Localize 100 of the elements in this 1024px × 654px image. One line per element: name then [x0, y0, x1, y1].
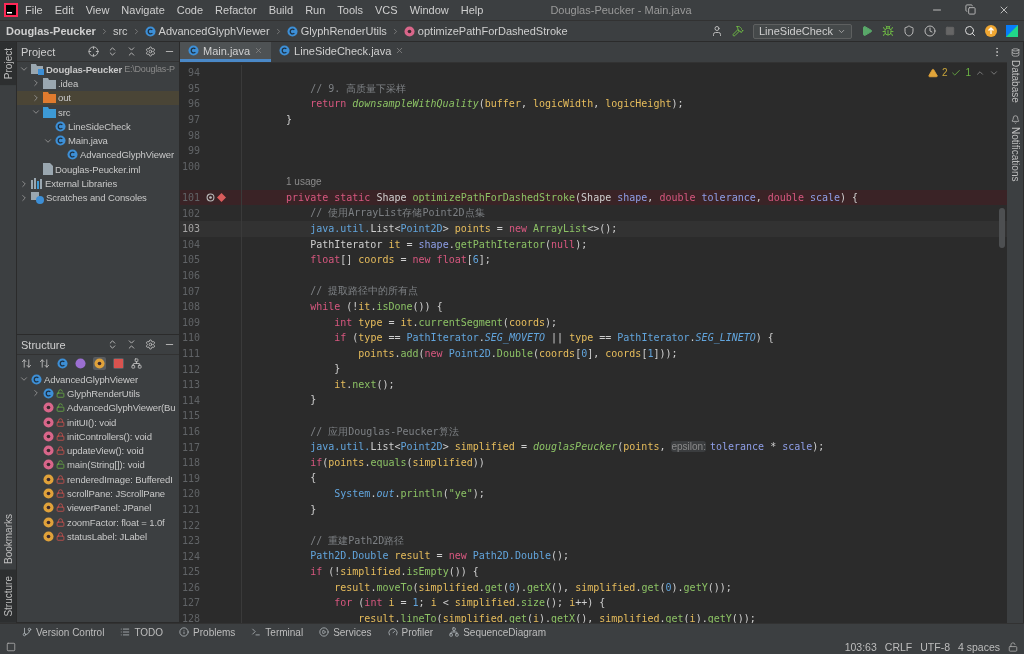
tool-window-tab[interactable]: Bookmarks — [0, 508, 16, 571]
profile-icon[interactable] — [924, 25, 936, 37]
at-sign-icon[interactable] — [206, 193, 215, 203]
structure-item[interactable]: main(String[]): void — [17, 457, 179, 473]
collapse-all-icon[interactable] — [126, 339, 137, 350]
tool-window-button[interactable]: Version Control — [22, 626, 105, 638]
menu-item[interactable]: Edit — [49, 2, 79, 18]
tree-item[interactable]: Main.java — [17, 133, 179, 148]
menu-item[interactable]: View — [80, 2, 115, 18]
tool-window-button[interactable]: SequenceDiagram — [449, 626, 546, 638]
breadcrumb[interactable]: GlyphRenderUtils — [286, 25, 387, 37]
layout-icon[interactable] — [6, 642, 16, 652]
scrollbar-thumb[interactable] — [999, 208, 1005, 248]
menu-item[interactable]: Build — [263, 2, 299, 18]
menu-item[interactable]: VCS — [370, 2, 403, 18]
tree-item[interactable]: Douglas-Peucker E:\Douglas-P — [17, 62, 179, 77]
line-number: 113 — [180, 379, 200, 391]
menu-item[interactable]: Run — [300, 2, 331, 18]
chevron-right-icon[interactable] — [31, 388, 41, 399]
status-item[interactable]: 103:63 — [844, 641, 877, 653]
non-public-toggle[interactable] — [113, 358, 124, 369]
structure-item[interactable]: updateView(): void — [17, 443, 179, 458]
hammer-icon[interactable] — [732, 25, 744, 37]
expand-all-icon[interactable] — [107, 339, 118, 350]
shield-icon[interactable] — [903, 25, 915, 37]
close-icon[interactable] — [395, 46, 405, 55]
panel-title[interactable]: Project — [21, 45, 56, 58]
tool-window-tab[interactable]: Notifications — [1007, 108, 1023, 188]
unlocked-icon[interactable] — [1008, 642, 1018, 652]
chevron-right-icon[interactable] — [19, 178, 29, 189]
status-item[interactable]: CRLF — [884, 641, 913, 653]
plugin-logo-icon[interactable] — [1006, 25, 1018, 37]
tree-item[interactable]: src — [17, 104, 179, 120]
editor-tab[interactable]: Main.java — [180, 42, 272, 62]
locate-icon[interactable] — [88, 46, 99, 57]
menu-item[interactable]: Code — [171, 2, 209, 18]
property-icon[interactable] — [75, 358, 86, 369]
menu-item[interactable]: Refactor — [210, 2, 262, 18]
structure-item[interactable]: statusLabel: JLabel — [17, 529, 179, 544]
menu-item[interactable]: Help — [455, 2, 489, 18]
fields-toggle[interactable] — [93, 357, 106, 370]
structure-item[interactable]: initUI(): void — [17, 414, 179, 430]
chevron-right-icon[interactable] — [31, 92, 41, 103]
check-icon[interactable] — [951, 67, 962, 78]
expand-all-icon[interactable] — [107, 46, 118, 57]
tool-window-button[interactable]: Services — [319, 626, 372, 638]
menu-item[interactable]: Tools — [332, 2, 368, 18]
collapse-all-icon[interactable] — [126, 46, 137, 57]
breadcrumb[interactable]: Douglas-Peucker — [6, 25, 96, 37]
sort-icon[interactable] — [21, 358, 32, 369]
structure-item[interactable]: AdvancedGlyphViewer — [17, 372, 179, 387]
run-icon[interactable] — [861, 25, 873, 37]
status-item[interactable]: 4 spaces — [957, 641, 1000, 653]
structure-item[interactable]: viewerPanel: JPanel — [17, 500, 179, 515]
tree-item[interactable]: AdvancedGlyphViewer — [17, 147, 179, 163]
run-config-dropdown[interactable]: LineSideCheck — [753, 23, 852, 39]
structure-item[interactable]: scrollPane: JScrollPane — [17, 486, 179, 501]
breakpoint-icon[interactable] — [217, 193, 226, 203]
user-icon[interactable] — [711, 25, 723, 37]
structure-item[interactable]: zoomFactor: float = 1.0f — [17, 514, 179, 530]
update-icon[interactable] — [985, 25, 997, 37]
stop-icon[interactable] — [945, 26, 955, 36]
tool-window-button[interactable]: Problems — [179, 626, 236, 638]
tree-item[interactable]: Scratches and Consoles — [17, 190, 179, 205]
structure-item[interactable]: initControllers(): void — [17, 429, 179, 444]
chevron-right-icon[interactable] — [19, 192, 29, 203]
tool-window-button[interactable]: Profiler — [387, 626, 434, 638]
tool-window-button[interactable]: Terminal — [251, 626, 304, 638]
structure-item[interactable]: GlyphRenderUtils — [17, 386, 179, 401]
menu-item[interactable]: Window — [404, 2, 454, 18]
tree-item[interactable]: External Libraries — [17, 176, 179, 191]
debug-icon[interactable] — [882, 25, 894, 37]
sort-alpha-icon[interactable] — [39, 358, 50, 369]
editor-tab[interactable]: LineSideCheck.java — [271, 42, 413, 62]
settings-icon[interactable] — [145, 339, 156, 350]
breadcrumb[interactable]: optimizePathForDashedStroke — [403, 25, 568, 37]
tool-window-tab[interactable]: Database — [1007, 42, 1023, 109]
chevron-right-icon[interactable] — [31, 78, 41, 89]
tool-window-tab[interactable]: Structure — [0, 570, 16, 623]
tool-window-tab[interactable]: Project — [0, 42, 16, 86]
tree-item[interactable]: Douglas-Peucker.iml — [17, 162, 179, 177]
warning-icon[interactable] — [927, 67, 938, 78]
status-item[interactable]: UTF-8 — [920, 641, 950, 653]
hierarchy-icon[interactable] — [131, 358, 142, 369]
menu-item[interactable]: File — [20, 2, 48, 18]
settings-icon[interactable] — [145, 46, 156, 57]
breadcrumb[interactable]: AdvancedGlyphViewer — [144, 25, 270, 37]
structure-item[interactable]: AdvancedGlyphViewer(Bu — [17, 400, 179, 415]
structure-item[interactable]: renderedImage: BufferedI — [17, 472, 179, 487]
panel-title[interactable]: Structure — [21, 338, 66, 351]
tree-item[interactable]: out — [17, 90, 179, 105]
restore-icon[interactable] — [965, 4, 976, 15]
breadcrumb[interactable]: src — [112, 25, 128, 37]
search-icon[interactable] — [964, 25, 976, 37]
menu-item[interactable]: Navigate — [116, 2, 170, 18]
close-icon[interactable] — [998, 4, 1010, 16]
usage-hint[interactable]: 1 usage — [242, 176, 322, 188]
tool-window-button[interactable]: TODO — [120, 626, 164, 638]
tree-item[interactable]: .idea — [17, 76, 179, 91]
tree-item[interactable]: LineSideCheck — [17, 119, 179, 134]
